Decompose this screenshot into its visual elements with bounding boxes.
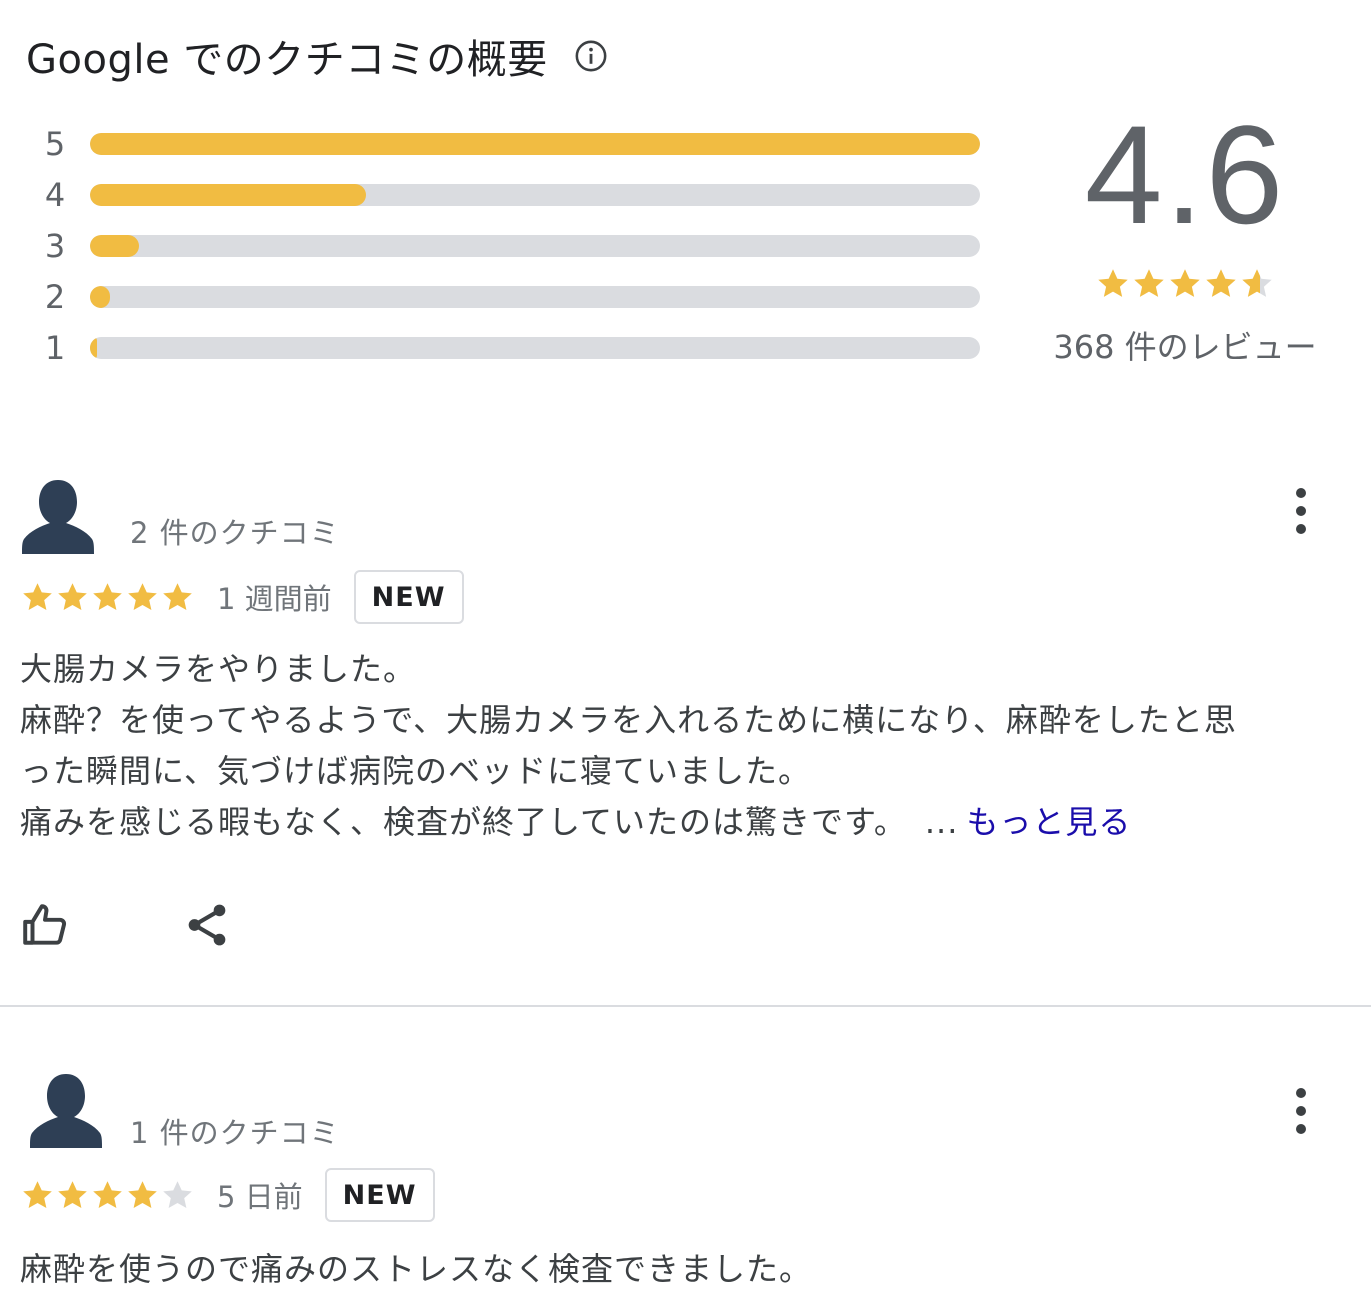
star-icon	[163, 582, 192, 610]
rating-bar-fill	[90, 132, 980, 155]
review-line-last: 痛みを感じる暇もなく、検査が終了していたのは驚きです。... もっと見る	[20, 797, 1350, 848]
rating-bar-label: 1	[44, 328, 66, 367]
star-icon	[23, 582, 52, 610]
more-vert-icon[interactable]	[1284, 1088, 1318, 1134]
review-date: 5 日前	[217, 1180, 303, 1214]
review-line: 痛みを感じる暇もなく、検査が終了していたのは驚きです。	[20, 803, 907, 841]
rating-bar-fill	[90, 336, 98, 359]
star-icon	[1098, 269, 1128, 297]
info-icon[interactable]	[574, 39, 608, 73]
new-badge: NEW	[353, 570, 464, 624]
star-icon	[1206, 269, 1236, 297]
page-title: Google でのクチコミの概要	[26, 37, 548, 83]
new-badge: NEW	[324, 1168, 435, 1222]
star-icon	[128, 1180, 157, 1208]
rating-bar-3: 3	[40, 220, 990, 271]
review-rating-row: 5 日前 NEW	[20, 1168, 435, 1222]
review-line: 大腸カメラをやりました。	[20, 650, 417, 688]
review-text: 大腸カメラをやりました。 麻酔？を使ってやるようで、大腸カメラを入れるために横に…	[20, 644, 1350, 848]
rating-distribution: 5 4 3 2 1	[40, 118, 990, 373]
reviews-summary-header: Google でのクチコミの概要	[26, 28, 608, 84]
review-divider	[0, 1005, 1371, 1007]
star-icon	[128, 582, 157, 610]
share-icon[interactable]	[182, 900, 232, 950]
author-review-count[interactable]: 2 件のクチコミ	[130, 510, 340, 552]
review-line: 麻酔？を使ってやるようで、大腸カメラを入れるために横になり、麻酔をしたと思	[20, 701, 1237, 739]
rating-bar-label: 3	[44, 226, 66, 265]
rating-bar-fill	[90, 234, 139, 257]
ellipsis: ...	[924, 803, 959, 841]
rating-bar-track	[90, 285, 980, 308]
rating-bar-track	[90, 336, 980, 359]
avatar[interactable]	[30, 1072, 102, 1150]
more-link[interactable]: もっと見る	[966, 803, 1131, 841]
rating-summary: 4.6 368 件のレビュー	[1030, 100, 1340, 368]
star-icon	[58, 1180, 87, 1208]
star-icon	[58, 582, 87, 610]
star-icon	[1134, 269, 1164, 297]
star-icon	[23, 1180, 52, 1208]
review-rating-row: 1 週間前 NEW	[20, 570, 464, 624]
review-line: った瞬間に、気づけば病院のベッドに寝ていました。	[20, 752, 812, 790]
star-icon	[93, 582, 122, 610]
review-text: 麻酔を使うので痛みのストレスなく検査できました。	[20, 1244, 1350, 1295]
thumbs-up-icon[interactable]	[20, 900, 70, 950]
star-icon	[1242, 269, 1272, 297]
rating-bar-fill	[90, 183, 366, 206]
rating-bar-track	[90, 183, 980, 206]
average-rating: 4.6	[1084, 96, 1286, 253]
review-actions	[20, 900, 232, 950]
review-stars	[20, 1178, 195, 1213]
rating-bar-track	[90, 234, 980, 257]
rating-bar-5: 5	[40, 118, 990, 169]
rating-bar-4: 4	[40, 169, 990, 220]
more-vert-icon[interactable]	[1284, 488, 1318, 534]
star-icon	[93, 1180, 122, 1208]
rating-bar-label: 4	[44, 175, 66, 214]
review-date: 1 週間前	[217, 582, 332, 616]
avatar[interactable]	[22, 478, 94, 556]
average-rating-stars	[1030, 266, 1340, 306]
rating-bar-2: 2	[40, 271, 990, 322]
rating-bar-label: 5	[44, 124, 66, 163]
rating-bar-label: 2	[44, 277, 66, 316]
rating-bar-fill	[90, 285, 110, 308]
review-stars	[20, 580, 195, 615]
star-icon	[1170, 269, 1200, 297]
review-line: 麻酔を使うので痛みのストレスなく検査できました。	[20, 1250, 813, 1288]
star-icon	[163, 1180, 192, 1208]
author-review-count[interactable]: 1 件のクチコミ	[130, 1110, 340, 1152]
review-count[interactable]: 368 件のレビュー	[1030, 322, 1340, 368]
rating-bar-1: 1	[40, 322, 990, 373]
rating-bar-track	[90, 132, 980, 155]
